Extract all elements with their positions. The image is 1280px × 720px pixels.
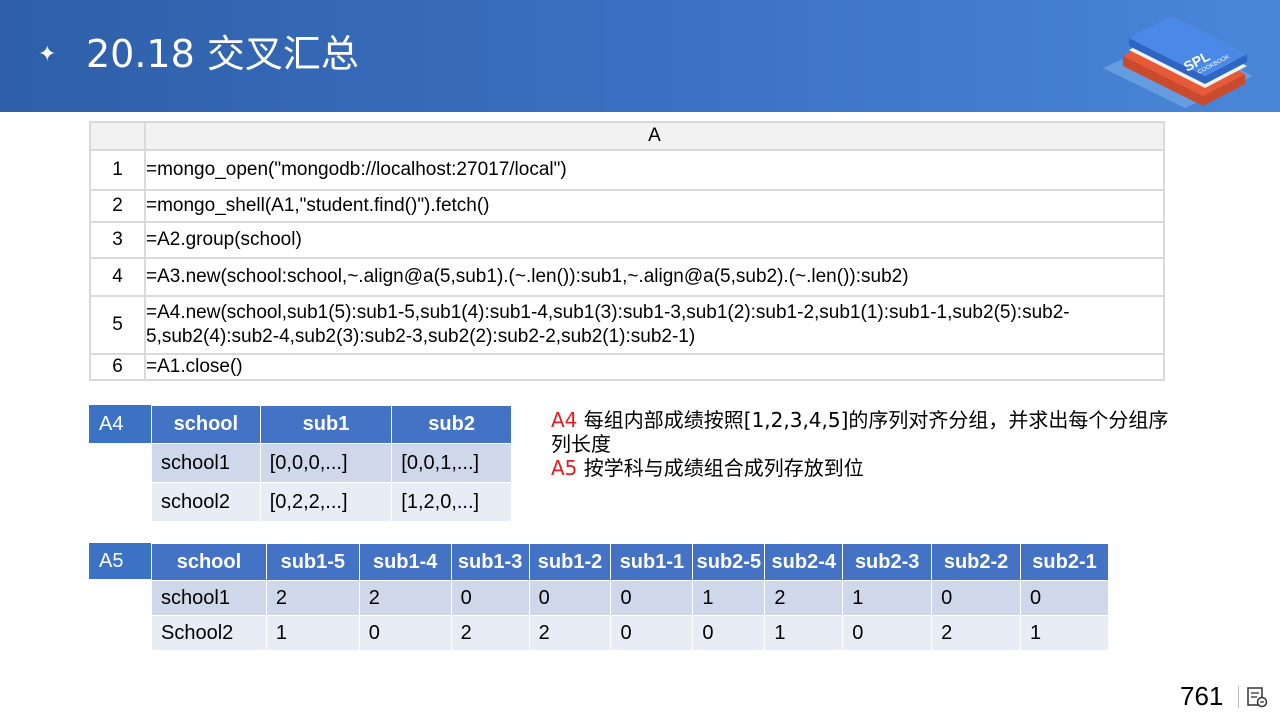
code-grid: A 1 =mongo_open("mongodb://localhost:270…: [89, 121, 1165, 381]
table-cell: 1: [764, 615, 844, 651]
table-cell: 2: [358, 580, 452, 616]
table-cell: 0: [610, 580, 694, 616]
code-cell[interactable]: =A1.close(): [144, 353, 1165, 381]
table-cell: 1: [692, 580, 766, 616]
sparkle-icon: ✦: [38, 41, 57, 66]
a4-tag: A4: [89, 405, 151, 443]
row-number[interactable]: 3: [89, 221, 146, 259]
a5-header: sub2-2: [931, 543, 1022, 581]
a5-header: sub2-1: [1020, 543, 1109, 581]
a4-result-table: school sub1 sub2 school1 [0,0,0,...] [0,…: [151, 405, 512, 522]
note-a5-text: 按学科与成绩组合成列存放到位: [577, 456, 864, 480]
code-cell[interactable]: =A4.new(school,sub1(5):sub1-5,sub1(4):su…: [144, 295, 1165, 355]
code-cell[interactable]: =mongo_shell(A1,"student.find()").fetch(…: [144, 189, 1165, 223]
table-cell: [0,0,1,...]: [391, 443, 512, 483]
table-cell: 0: [931, 580, 1022, 616]
table-row: school2 [0,2,2,...] [1,2,0,...]: [151, 482, 512, 522]
table-cell: school2: [151, 482, 261, 522]
table-cell: 0: [528, 580, 612, 616]
a5-header: sub1-1: [610, 543, 694, 581]
a4-header-sub2: sub2: [391, 405, 512, 444]
page-number: 761: [1180, 681, 1224, 711]
table-cell: 2: [528, 615, 612, 651]
code-cell[interactable]: =mongo_open("mongodb://localhost:27017/l…: [144, 149, 1165, 191]
a5-header: sub1-5: [265, 543, 360, 581]
a4-header-sub1: sub1: [259, 405, 393, 444]
table-cell: 0: [610, 615, 694, 651]
table-cell: 1: [265, 615, 360, 651]
table-cell: 0: [358, 615, 452, 651]
footer-divider: [1238, 686, 1239, 708]
table-row: school1 2 2 0 0 0 1 2 1 0 0: [151, 580, 1109, 616]
slide-notes-icon[interactable]: [1246, 686, 1268, 708]
table-cell: [0,0,0,...]: [259, 443, 393, 483]
table-cell: School2: [151, 615, 267, 651]
a5-header: sub2-4: [764, 543, 844, 581]
table-cell: 0: [1020, 580, 1109, 616]
note-a5-label: A5: [551, 456, 578, 480]
table-cell: 1: [1020, 615, 1109, 651]
table-cell: school1: [151, 580, 267, 616]
table-cell: school1: [151, 443, 261, 483]
table-row: School2 1 0 2 2 0 0 1 0 2 1: [151, 615, 1109, 651]
a4-header-school: school: [151, 405, 261, 444]
table-cell: 1: [842, 580, 933, 616]
a5-result-table: school sub1-5 sub1-4 sub1-3 sub1-2 sub1-…: [151, 543, 1109, 651]
spl-cookbook-logo: SPL COOKBOOK: [1103, 16, 1253, 108]
explanation-notes: A4 每组内部成绩按照[1,2,3,4,5]的序列对齐分组，并求出每个分组序列长…: [551, 408, 1181, 480]
row-number[interactable]: 4: [89, 257, 146, 297]
row-number[interactable]: 1: [89, 149, 146, 191]
table-cell: 0: [450, 580, 530, 616]
table-cell: 0: [842, 615, 933, 651]
table-cell: [1,2,0,...]: [391, 482, 512, 522]
grid-corner: [89, 121, 146, 151]
code-cell[interactable]: =A3.new(school:school,~.align@a(5,sub1).…: [144, 257, 1165, 297]
table-cell: 2: [931, 615, 1022, 651]
a5-header: sub2-3: [842, 543, 933, 581]
table-cell: 2: [764, 580, 844, 616]
header-band: ✦ 20.18 交叉汇总: [0, 0, 1280, 112]
table-cell: 0: [692, 615, 766, 651]
table-row: school1 [0,0,0,...] [0,0,1,...]: [151, 443, 512, 483]
note-a4-text: 每组内部成绩按照[1,2,3,4,5]的序列对齐分组，并求出每个分组序列长度: [551, 408, 1169, 456]
code-cell[interactable]: =A2.group(school): [144, 221, 1165, 259]
table-cell: 2: [265, 580, 360, 616]
row-number[interactable]: 5: [89, 295, 146, 355]
a5-header: sub2-5: [692, 543, 766, 581]
a5-header: sub1-4: [358, 543, 452, 581]
table-cell: [0,2,2,...]: [259, 482, 393, 522]
a5-header: sub1-2: [528, 543, 612, 581]
page-title: 20.18 交叉汇总: [86, 32, 359, 76]
grid-column-header[interactable]: A: [144, 121, 1165, 151]
row-number[interactable]: 6: [89, 353, 146, 381]
a5-header: school: [151, 543, 267, 581]
row-number[interactable]: 2: [89, 189, 146, 223]
a5-header: sub1-3: [450, 543, 530, 581]
a5-tag: A5: [89, 543, 151, 579]
slide: ✦ 20.18 交叉汇总 SPL COOKBOOK A 1 =mongo_ope…: [0, 0, 1280, 720]
note-a4-label: A4: [551, 408, 578, 432]
table-cell: 2: [450, 615, 530, 651]
